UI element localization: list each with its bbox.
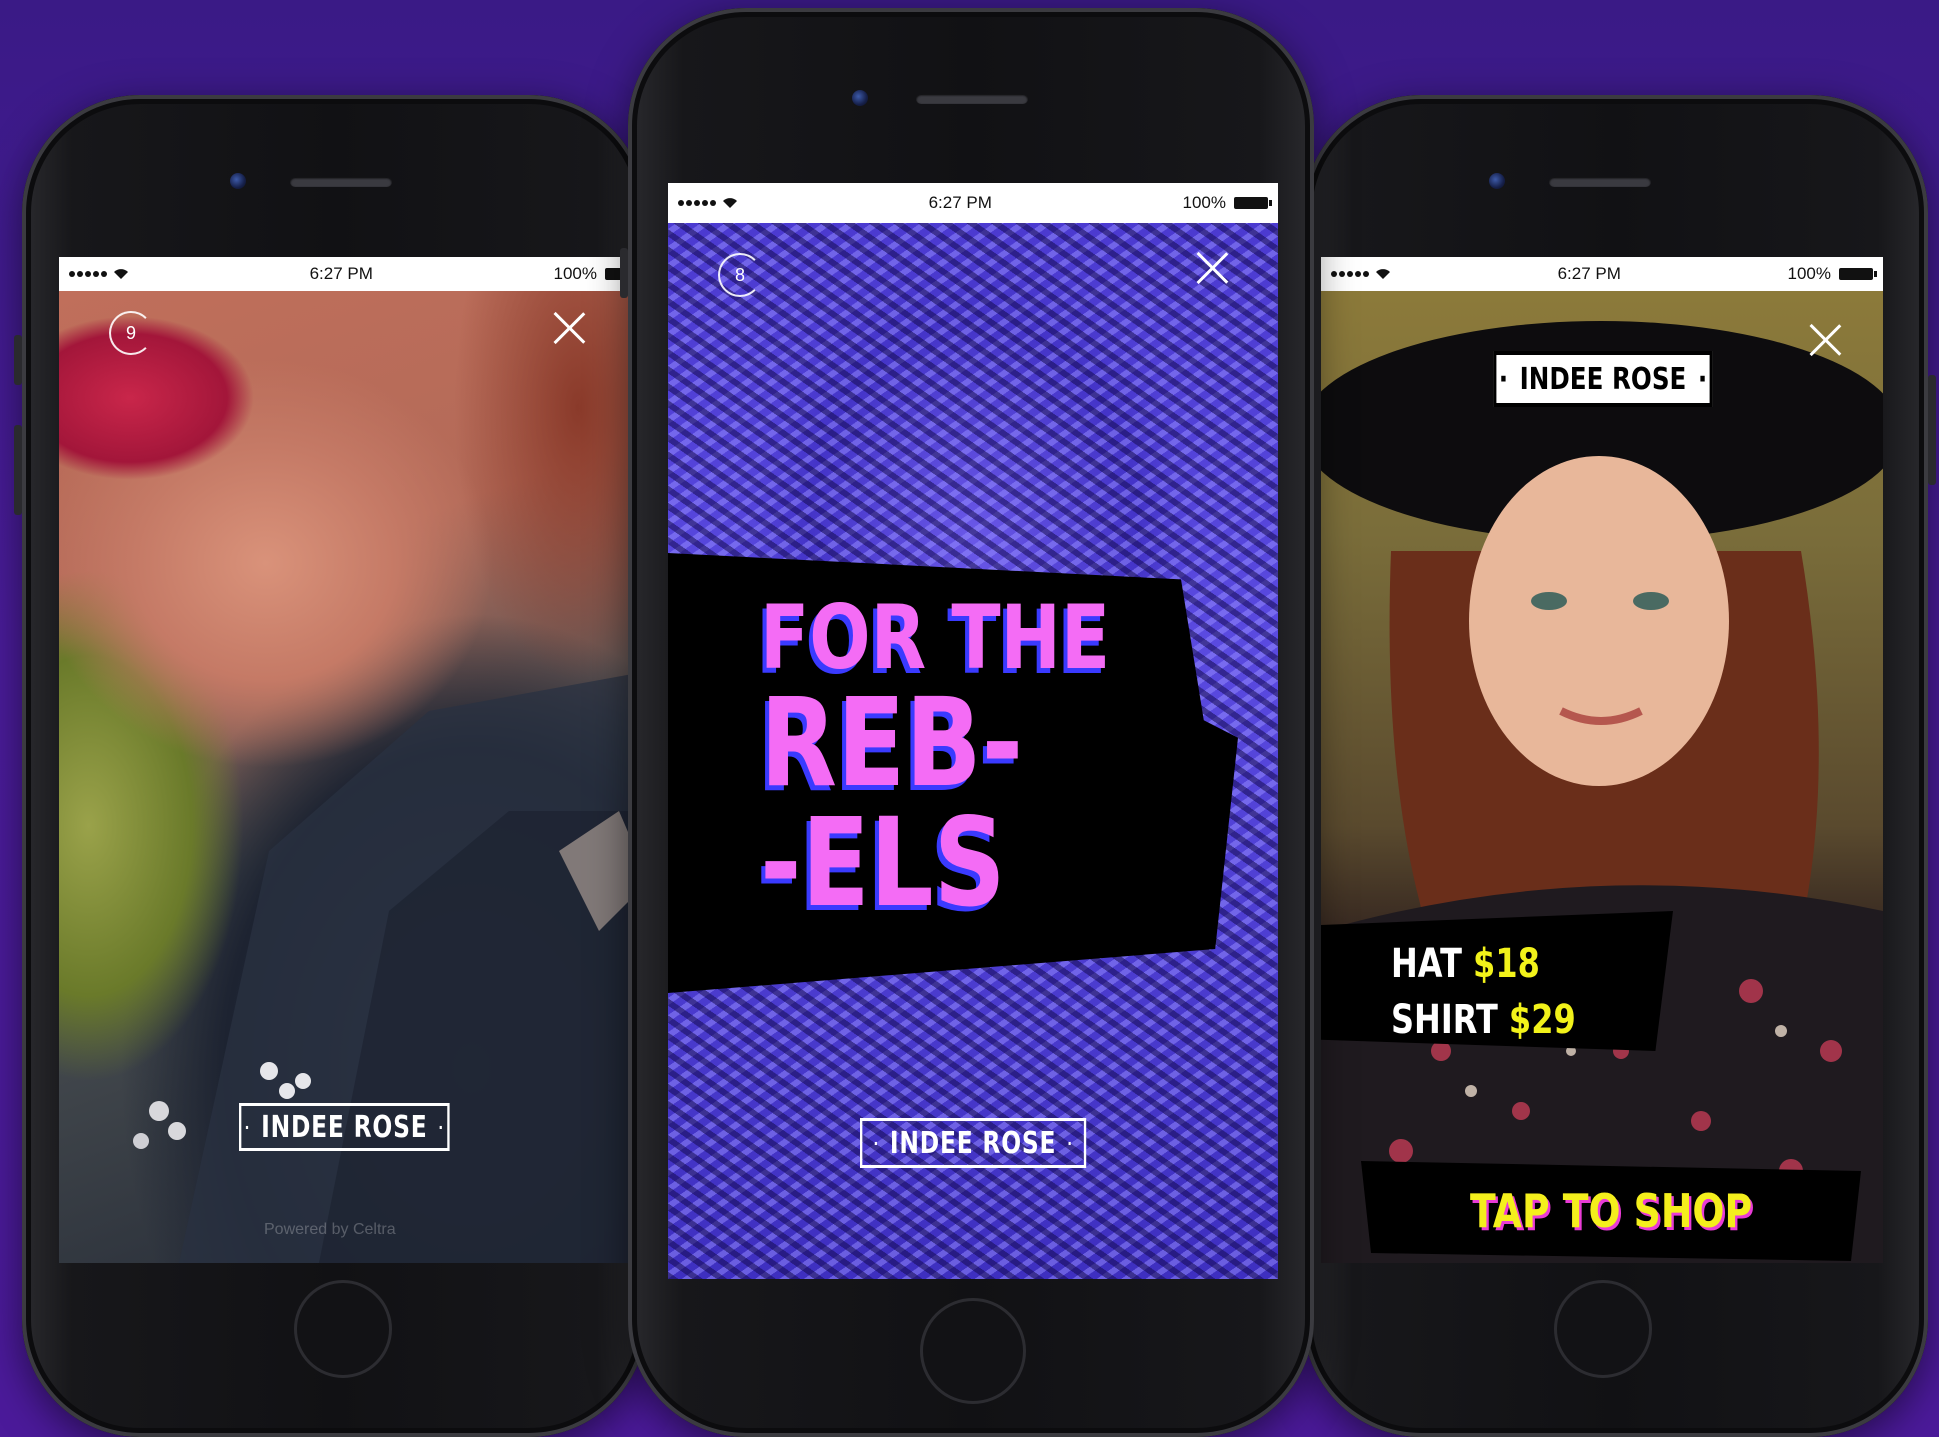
brand-name: INDEE ROSE [261, 1109, 428, 1145]
status-bar: 6:27 PM 100% [59, 257, 649, 291]
price-hat-label: HAT [1391, 941, 1462, 987]
phone-right: 6:27 PM 100% · INDEE ROSE · HAT $18 SHIR… [1303, 95, 1936, 1437]
home-button-icon[interactable] [294, 1280, 392, 1378]
brand-logo-badge[interactable]: · INDEE ROSE · [860, 1118, 1087, 1168]
battery-percent: 100% [553, 264, 597, 283]
brand-logo-badge[interactable]: · INDEE ROSE · [239, 1103, 450, 1151]
volume-up-button [14, 425, 22, 515]
price-hat-value: $18 [1473, 941, 1540, 987]
brand-logo-badge[interactable]: · INDEE ROSE · [1493, 351, 1713, 407]
tap-to-shop-button[interactable]: TAP TO SHOP [1361, 1161, 1861, 1261]
screen-center[interactable]: 6:27 PM 100% 8 FOR THE REB- -ELS · INDEE … [668, 183, 1278, 1279]
countdown-timer: 8 [718, 253, 762, 297]
mute-switch [14, 335, 22, 385]
close-icon[interactable] [1194, 249, 1230, 285]
status-time: 6:27 PM [1557, 264, 1621, 283]
camera-icon [1489, 173, 1505, 189]
speaker-grille [290, 177, 392, 187]
wifi-icon [1376, 269, 1390, 279]
signal-dots-icon [678, 200, 716, 206]
screen-right[interactable]: 6:27 PM 100% · INDEE ROSE · HAT $18 SHIR… [1321, 257, 1883, 1263]
camera-icon [230, 173, 246, 189]
model-photo-graphic [1321, 321, 1883, 1263]
headline-line-2: REB- [760, 672, 1024, 814]
headline: FOR THE REB- -ELS [760, 586, 1111, 934]
status-bar: 6:27 PM 100% [1321, 257, 1883, 291]
home-button-icon[interactable] [920, 1298, 1026, 1404]
speaker-grille [1549, 177, 1651, 187]
status-bar: 6:27 PM 100% [668, 183, 1278, 223]
price-shirt-value: $29 [1508, 997, 1576, 1043]
battery-percent: 100% [1787, 264, 1831, 283]
mute-switch [620, 248, 628, 298]
cta-label: TAP TO SHOP [1469, 1184, 1753, 1238]
brand-name: INDEE ROSE [1519, 361, 1687, 397]
battery-icon [1233, 197, 1272, 209]
signal-dots-icon [69, 271, 107, 277]
camera-icon [852, 90, 868, 106]
price-list: HAT $18 SHIRT $29 [1391, 936, 1576, 1048]
battery-percent: 100% [1182, 193, 1226, 212]
headline-line-3: -ELS [760, 792, 1006, 934]
battery-icon [1838, 268, 1877, 280]
phone-left: 6:27 PM 100% 9 · INDEE ROSE · Powered by C… [14, 95, 649, 1437]
power-button [1928, 375, 1936, 485]
wifi-icon [723, 198, 737, 208]
home-button-icon[interactable] [1554, 1280, 1652, 1378]
screen-left[interactable]: 6:27 PM 100% 9 · INDEE ROSE · Powered by C… [59, 257, 649, 1263]
status-time: 6:27 PM [928, 193, 992, 212]
close-icon[interactable] [551, 309, 587, 345]
phone-center: 6:27 PM 100% 8 FOR THE REB- -ELS · INDEE … [620, 8, 1314, 1437]
countdown-timer: 9 [109, 311, 153, 355]
brand-name: INDEE ROSE [889, 1125, 1057, 1161]
ad-creative-right[interactable]: · INDEE ROSE · HAT $18 SHIRT $29 TAP TO SH… [1321, 291, 1883, 1263]
headline-line-1: FOR THE [760, 586, 1111, 689]
speaker-grille [916, 94, 1028, 104]
ad-creative-left[interactable]: 9 · INDEE ROSE · Powered by Celtra [59, 291, 649, 1263]
wifi-icon [114, 269, 128, 279]
close-icon[interactable] [1807, 321, 1843, 357]
powered-by-credit: Powered by Celtra [264, 1221, 396, 1238]
price-shirt-label: SHIRT [1391, 997, 1498, 1043]
signal-dots-icon [1331, 271, 1369, 277]
status-time: 6:27 PM [309, 264, 373, 283]
ad-creative-center[interactable]: 8 FOR THE REB- -ELS · INDEE ROSE · [668, 223, 1278, 1279]
